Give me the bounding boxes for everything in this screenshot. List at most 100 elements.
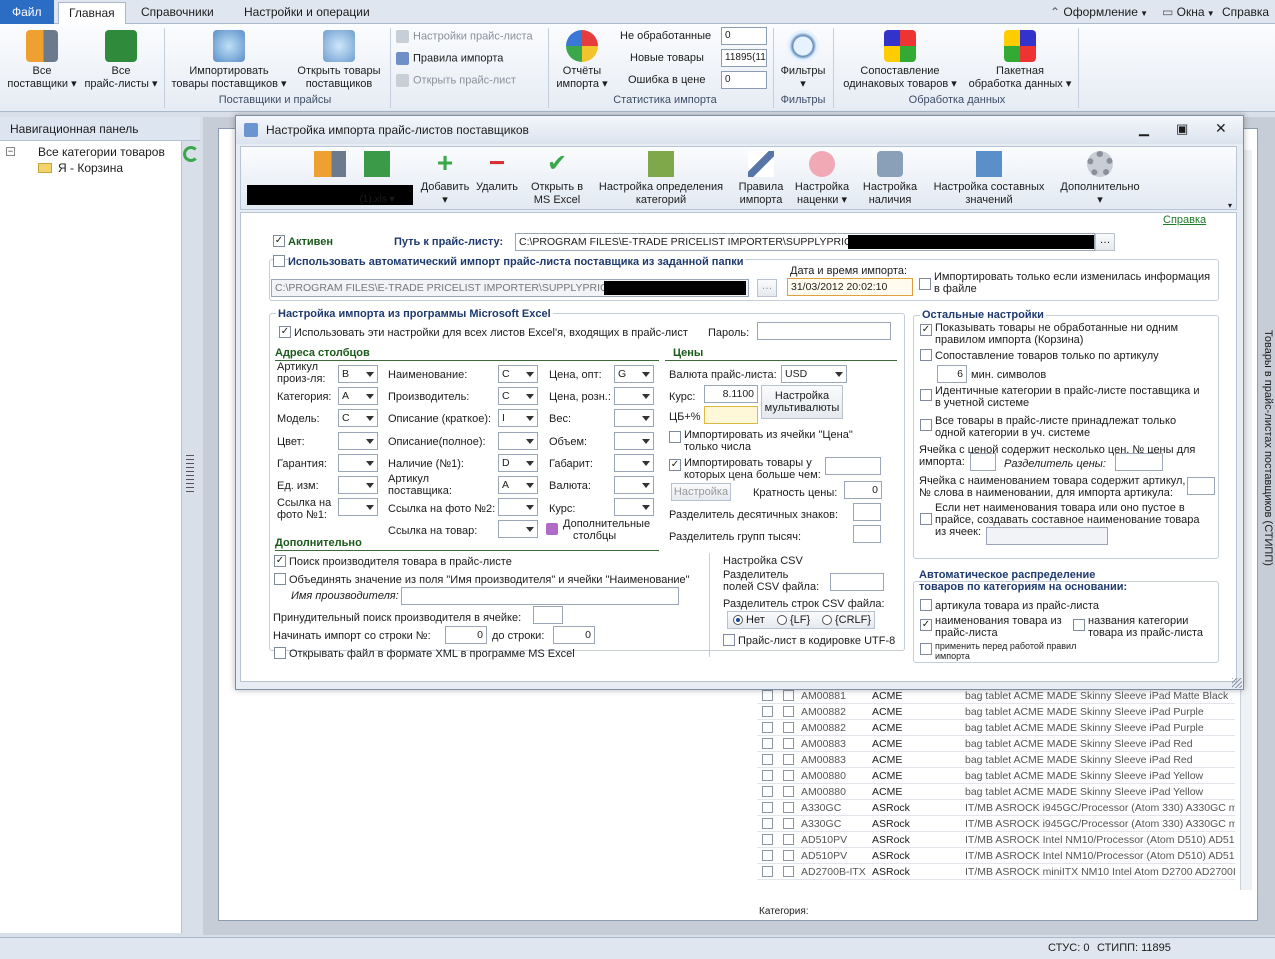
pricelist-file-selector[interactable]: (1).xls ▾ [341,151,413,206]
price-greater-checkbox[interactable]: ✓ [669,459,681,471]
table-row[interactable]: AD510PV ASRock IT/MB ASROCK Intel NM10/Pro… [757,832,1235,848]
maker-name-field[interactable] [401,587,679,605]
csv-field-sep-field[interactable] [830,573,884,591]
price-opt-select[interactable]: G [614,365,654,383]
model-select[interactable]: C [338,409,378,427]
rate-col-select[interactable] [614,498,654,516]
filters-button[interactable]: Фильтры ▾ [776,30,830,91]
row-checkbox[interactable] [762,770,773,781]
collapse-toggle-icon[interactable]: − [6,147,15,156]
availability-settings-button[interactable]: Настройка наличия [859,151,921,207]
volume-select[interactable] [614,432,654,450]
row-checkbox[interactable] [762,786,773,797]
import-rules-button[interactable]: Правила импорта [396,52,503,65]
row-checkbox[interactable] [783,706,794,717]
search-maker-checkbox[interactable]: ✓ [274,555,286,567]
cb-percent-field[interactable] [704,406,758,424]
tab-references[interactable]: Справочники [131,2,224,24]
auto-import-checkbox[interactable] [273,255,285,267]
name-select[interactable]: C [498,365,538,383]
price-error-field[interactable]: 0 [721,71,767,89]
row-checkbox[interactable] [762,706,773,717]
side-tab-stipp[interactable]: Товары в прайс-листах поставщиков (СТИПП… [1258,330,1274,590]
table-row[interactable]: AM00883 ACME bag tablet ACME MADE Skinny S… [757,752,1235,768]
tree-item-all-categories[interactable]: Все категории товаров [38,145,165,159]
toolbar-scroll-down-icon[interactable]: ▾ [1228,201,1236,211]
multiplicity-field[interactable]: 0 [844,481,882,499]
use-all-sheets-checkbox[interactable]: ✓ [279,326,291,338]
table-row[interactable]: A330GC ASRock IT/MB ASROCK i945GC/Processo… [757,816,1235,832]
desc-full-select[interactable] [498,432,538,450]
markup-settings-button[interactable]: Настройка наценки ▾ [791,151,853,207]
auto-import-path-field[interactable]: C:\PROGRAM FILES\E-TRADE PRICELIST IMPOR… [271,279,749,297]
art-supplier-select[interactable]: A [498,476,538,494]
row-checkbox[interactable] [783,690,794,701]
resize-grip[interactable] [1232,678,1242,688]
price-greater-field[interactable] [825,457,881,475]
row-checkbox[interactable] [762,738,773,749]
row-checkbox[interactable] [783,818,794,829]
apply-before-checkbox[interactable] [920,643,932,655]
row-checkbox[interactable] [762,722,773,733]
csv-lf-radio[interactable] [777,615,787,625]
import-numbers-only-checkbox[interactable] [669,431,681,443]
table-row[interactable]: AM00880 ACME bag tablet ACME MADE Skinny S… [757,768,1235,784]
new-goods-field[interactable]: 11895(11 [721,49,767,67]
windows-menu[interactable]: ▭ Окна ▼ [1162,2,1215,24]
row-checkbox[interactable] [762,850,773,861]
table-row[interactable]: AM00882 ACME bag tablet ACME MADE Skinny S… [757,720,1235,736]
price-number-field[interactable] [970,453,996,471]
forced-search-field[interactable] [533,606,563,624]
photo2-select[interactable] [498,498,538,516]
help-menu[interactable]: Справка ▼ [1222,2,1275,40]
min-chars-field[interactable]: 6 [937,365,967,383]
password-field[interactable] [757,322,891,340]
close-button[interactable]: ✕ [1215,120,1227,137]
browse-auto-path-button[interactable]: … [757,279,777,297]
availability-select[interactable]: D [498,454,538,472]
row-checkbox[interactable] [783,738,794,749]
to-row-field[interactable]: 0 [553,626,595,644]
import-datetime-field[interactable]: 31/03/2012 20:02:10 [787,278,913,296]
refresh-icon[interactable] [183,146,199,162]
table-row[interactable]: AM00881 ACME bag tablet ACME MADE Skinny S… [757,688,1235,704]
setting-button[interactable]: Настройка [671,483,731,501]
pricelist-settings-button[interactable]: Настройки прайс-листа [396,30,533,43]
open-goods-button[interactable]: Открыть товары поставщиков [292,30,386,91]
join-maker-checkbox[interactable] [274,573,286,585]
color-select[interactable] [338,432,378,450]
weight-select[interactable] [614,409,654,427]
all-one-cat-checkbox[interactable] [920,419,932,431]
currency-col-select[interactable] [614,476,654,494]
only-changed-checkbox[interactable] [919,278,931,290]
desc-short-select[interactable]: I [498,409,538,427]
by-name-checkbox[interactable]: ✓ [920,619,932,631]
row-checkbox[interactable] [762,754,773,765]
all-suppliers-button[interactable]: Все поставщики ▾ [4,30,80,91]
no-name-checkbox[interactable] [920,513,932,525]
row-checkbox[interactable] [783,850,794,861]
show-unprocessed-checkbox[interactable]: ✓ [920,324,932,336]
additional-button[interactable]: Дополнительно ▾ [1053,151,1147,207]
category-detection-button[interactable]: Настройка определения категорий [593,151,729,207]
add-button[interactable]: + Добавить ▾ [417,149,473,207]
import-goods-button[interactable]: Импортировать товары поставщиков ▾ [166,30,292,91]
row-checkbox[interactable] [783,866,794,877]
match-by-art-checkbox[interactable] [920,349,932,361]
maximize-button[interactable]: ▣ [1176,121,1188,137]
row-checkbox[interactable] [783,722,794,733]
minimize-button[interactable]: ▁ [1139,121,1149,137]
batch-processing-button[interactable]: Пакетная обработка данных ▾ [964,30,1076,91]
extra-columns-link[interactable]: Дополнительные столбцы [563,518,650,542]
not-processed-field[interactable]: 0 [721,27,767,45]
tab-home[interactable]: Главная [58,2,126,24]
tree-item-basket[interactable]: Я - Корзина [58,161,123,175]
art-maker-select[interactable]: B [338,365,378,383]
open-in-excel-button[interactable]: ✔ Открыть в MS Excel [527,151,587,207]
path-field[interactable]: C:\PROGRAM FILES\E-TRADE PRICELIST IMPOR… [515,233,1095,251]
decimal-separator-field[interactable] [853,503,881,521]
row-checkbox[interactable] [762,834,773,845]
unit-select[interactable] [338,476,378,494]
table-row[interactable]: AD2700B-ITX ASRock IT/MB ASROCK miniITX NM… [757,864,1235,880]
tab-settings-operations[interactable]: Настройки и операции [234,2,380,24]
